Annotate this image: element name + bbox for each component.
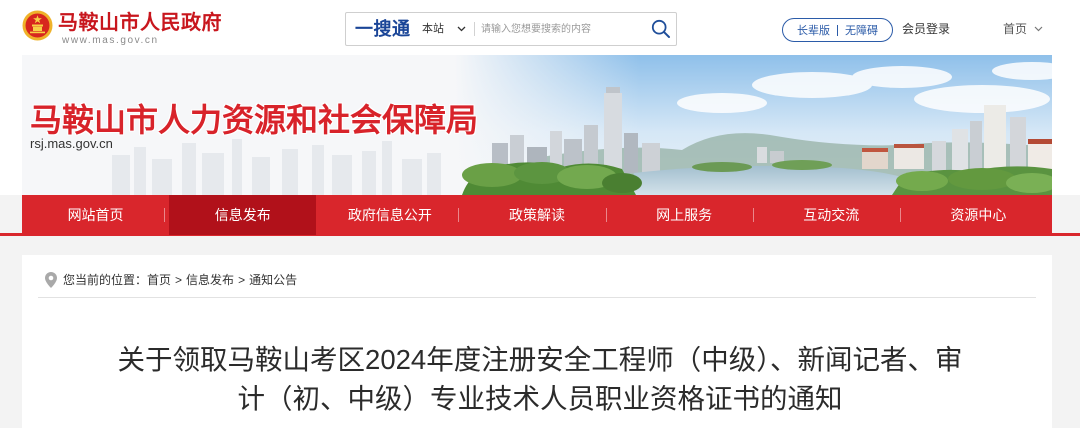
article-title: 关于领取马鞍山考区2024年度注册安全工程师（中级）、新闻记者、审计（初、中级）… xyxy=(117,344,963,414)
watermark-building xyxy=(362,151,376,195)
breadcrumb-prefix: 您当前的位置： xyxy=(63,273,148,287)
top-bar: 马鞍山市人民政府 www.mas.gov.cn 一搜通 本站 长辈版 无障碍 会… xyxy=(0,0,1080,55)
building xyxy=(970,121,982,173)
location-pin-icon xyxy=(45,272,57,288)
building xyxy=(932,141,946,171)
search-scope-label: 本站 xyxy=(422,23,444,35)
building xyxy=(757,147,767,163)
tower xyxy=(984,105,1006,175)
department-title: 马鞍山市人力资源和社会保障局 xyxy=(30,102,479,138)
tree xyxy=(896,171,948,191)
search-scope-select[interactable]: 本站 xyxy=(422,22,466,36)
watermark-building xyxy=(152,159,172,195)
main-nav: 网站首页 信息发布 政府信息公开 政策解读 网上服务 互动交流 资源中心 xyxy=(22,195,1052,235)
red-roof xyxy=(862,148,888,152)
watermark-building xyxy=(427,153,441,195)
search-icon xyxy=(651,19,670,38)
tree xyxy=(948,168,1016,190)
pill-divider xyxy=(837,24,838,36)
national-emblem-icon xyxy=(22,10,53,41)
member-login-link[interactable]: 会员登录 xyxy=(902,21,950,37)
chevron-down-icon xyxy=(1034,26,1043,32)
building xyxy=(1010,117,1026,175)
home-dropdown[interactable]: 首页 xyxy=(1003,21,1043,37)
building xyxy=(642,143,660,173)
search-icon-handle xyxy=(662,30,670,38)
tree xyxy=(462,163,522,187)
breadcrumb: 您当前的位置： 首页 > 信息发布 > 通知公告 xyxy=(45,272,297,288)
watermark-building xyxy=(202,153,224,195)
breadcrumb-divider xyxy=(38,297,1036,298)
search-button[interactable] xyxy=(651,19,671,39)
nav-item-gov-info-disclosure[interactable]: 政府信息公开 xyxy=(316,195,463,235)
watermark-building xyxy=(252,157,270,195)
nav-item-resource-center[interactable]: 资源中心 xyxy=(905,195,1052,235)
site-name-logo[interactable]: 马鞍山市人民政府 xyxy=(58,11,222,35)
chevron-down-icon xyxy=(457,26,466,32)
building xyxy=(894,147,924,169)
watermark-building xyxy=(282,149,298,195)
tree xyxy=(692,162,752,172)
accessibility-toggle-group: 长辈版 无障碍 xyxy=(782,18,893,42)
breadcrumb-separator: > xyxy=(175,273,183,287)
nav-item-interaction[interactable]: 互动交流 xyxy=(758,195,905,235)
watermark-building xyxy=(382,141,392,195)
content-panel: 您当前的位置： 首页 > 信息发布 > 通知公告 关于领取马鞍山考区2024年度… xyxy=(22,255,1052,428)
breadcrumb-separator: > xyxy=(238,273,246,287)
watermark-building xyxy=(312,145,324,195)
building xyxy=(862,151,888,169)
watermark-building xyxy=(134,147,146,195)
emblem-base xyxy=(30,31,45,34)
watermark-building xyxy=(332,155,352,195)
watermark-building xyxy=(232,139,242,195)
emblem-gate-roof xyxy=(32,24,43,27)
search-input[interactable] xyxy=(481,20,646,38)
department-url: rsj.mas.gov.cn xyxy=(30,136,113,151)
building xyxy=(624,133,638,173)
tree xyxy=(772,160,832,170)
search-brand-logo: 一搜通 xyxy=(355,19,411,39)
search-box: 一搜通 本站 xyxy=(345,12,677,46)
chevron-stroke xyxy=(1034,26,1043,32)
watermark-building xyxy=(112,155,130,195)
breadcrumb-link-home[interactable]: 首页 xyxy=(147,272,171,288)
accessibility-link[interactable]: 无障碍 xyxy=(845,22,878,38)
nav-item-info-release[interactable]: 信息发布 xyxy=(169,195,317,235)
home-dropdown-label: 首页 xyxy=(1003,22,1028,36)
breadcrumb-current[interactable]: 通知公告 xyxy=(249,272,297,288)
building xyxy=(770,151,784,163)
nav-item-home[interactable]: 网站首页 xyxy=(22,195,169,235)
watermark-building xyxy=(182,143,196,195)
site-banner: 马鞍山市人力资源和社会保障局 rsj.mas.gov.cn xyxy=(22,55,1052,195)
breadcrumb-link-info-release[interactable]: 信息发布 xyxy=(186,272,234,288)
elder-mode-link[interactable]: 长辈版 xyxy=(797,22,830,38)
tree xyxy=(602,173,642,193)
emblem-gate xyxy=(33,26,42,31)
building xyxy=(952,129,968,173)
chevron-stroke xyxy=(457,26,466,32)
nav-item-online-services[interactable]: 网上服务 xyxy=(611,195,758,235)
search-divider xyxy=(474,22,475,36)
red-roof xyxy=(894,144,924,148)
tower xyxy=(604,93,622,173)
site-url: www.mas.gov.cn xyxy=(62,35,159,46)
pin-hole xyxy=(48,275,54,281)
red-roof xyxy=(1028,139,1052,144)
watermark-building xyxy=(402,159,422,195)
nav-item-policy-interpretation[interactable]: 政策解读 xyxy=(463,195,610,235)
